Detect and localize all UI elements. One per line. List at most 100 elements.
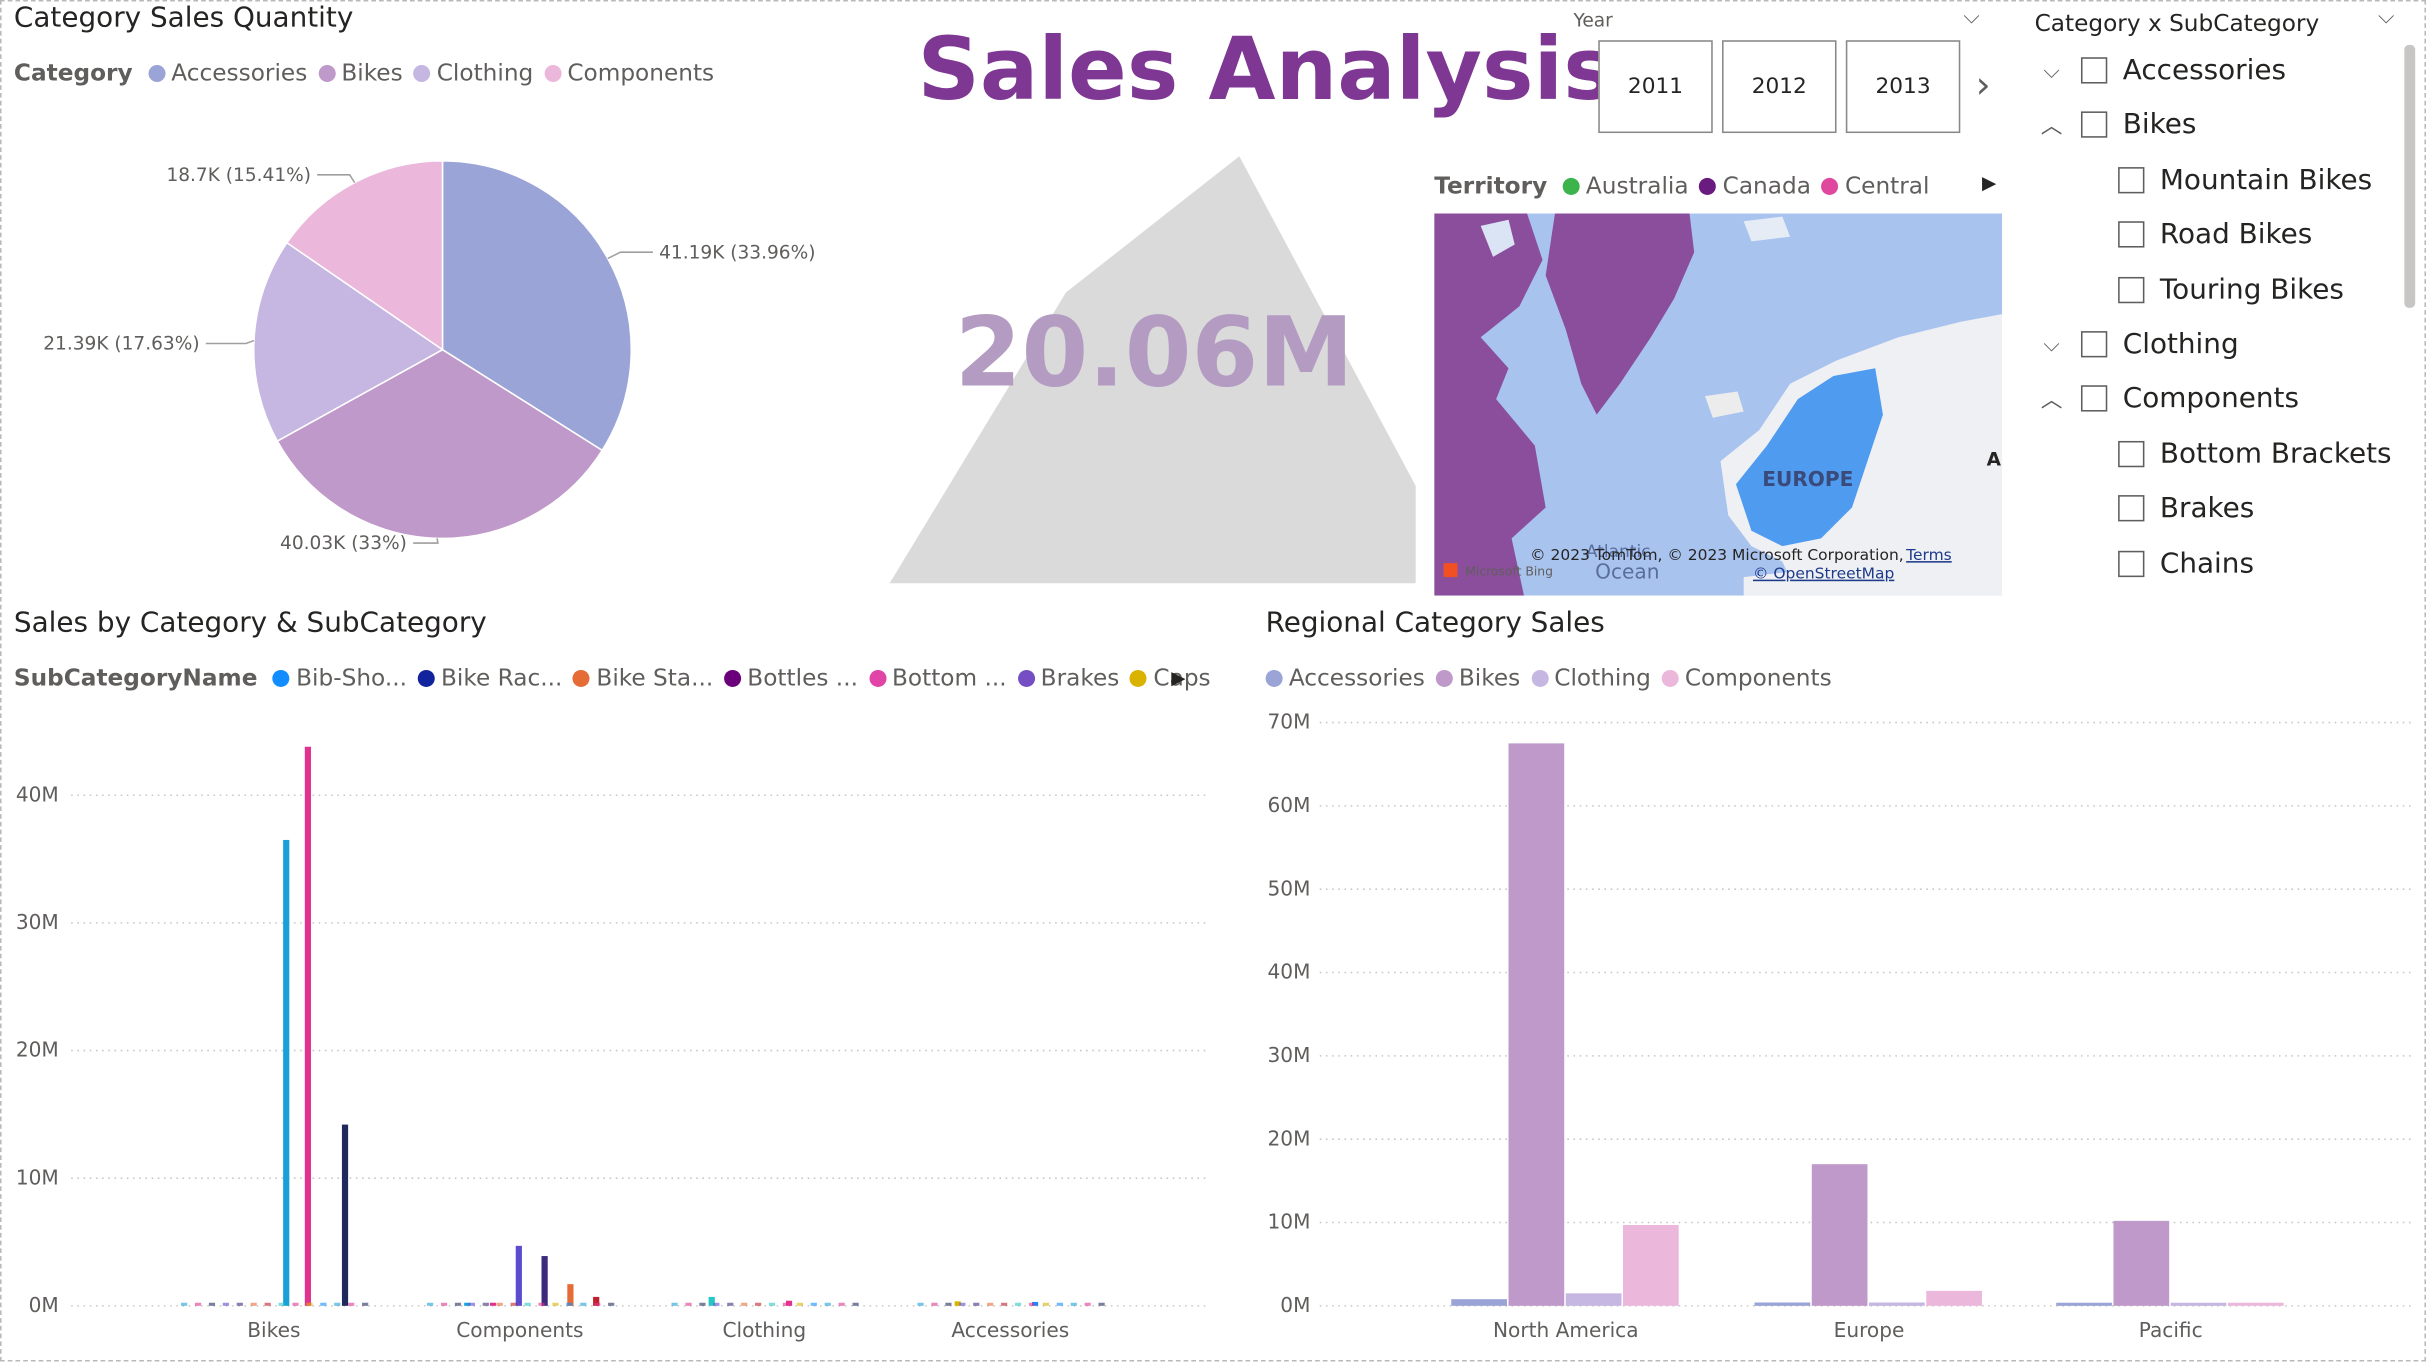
chevron-up-icon[interactable]: ︿ [2035, 109, 2069, 140]
tree-item-bottom-brackets[interactable]: Bottom Brackets [2118, 438, 2392, 470]
map-legend-item[interactable]: Canada [1699, 172, 1811, 200]
subcat-legend-item[interactable]: Bottom ... [868, 664, 1007, 692]
pie-legend-item[interactable]: Accessories [148, 59, 307, 87]
bar [1811, 1164, 1868, 1306]
subcat-visual-title: Sales by Category & SubCategory [13, 606, 487, 639]
bar [440, 1302, 448, 1306]
bar [208, 1302, 216, 1306]
checkbox[interactable] [2118, 221, 2145, 248]
pie-data-label: 41.19K (33.96%) [659, 242, 815, 263]
tree-item-chains[interactable]: Chains [2118, 548, 2254, 580]
tree-item-road-bikes[interactable]: Road Bikes [2118, 218, 2312, 251]
tree-item-label: Chains [2159, 547, 2254, 581]
bar [250, 1302, 257, 1306]
bar [341, 1124, 349, 1306]
checkbox[interactable] [2118, 167, 2145, 194]
year-option-2012[interactable]: 2012 [1722, 40, 1837, 134]
checkbox[interactable] [2080, 331, 2108, 358]
chevron-up-icon[interactable]: ︿ [2035, 383, 2069, 414]
bar [541, 1256, 548, 1306]
legend-next-icon[interactable]: ▶ [1171, 667, 1185, 689]
tree-item-bikes[interactable]: ︿ Bikes [2035, 108, 2197, 140]
bar [489, 1302, 497, 1306]
pie-legend: Category Accessories Bikes Clothing Comp… [14, 59, 725, 87]
bar [1926, 1290, 1982, 1306]
checkbox[interactable] [2118, 495, 2145, 522]
bar [2227, 1302, 2284, 1306]
regional-legend-item[interactable]: Accessories [1265, 664, 1425, 692]
subcat-legend-item[interactable]: Bike Sta... [573, 664, 713, 692]
chevron-down-icon[interactable]: ⌵ [2035, 58, 2069, 83]
bar [713, 1302, 720, 1306]
map-terms-link: Terms [1905, 546, 1952, 564]
subcat-legend-item[interactable]: Brakes [1017, 664, 1119, 692]
legend-label: Bike Sta... [596, 663, 714, 692]
territory-map[interactable]: EUROPE Atlantic Ocean A © 2023 TomTom, ©… [1434, 213, 2003, 596]
checkbox[interactable] [2080, 111, 2108, 138]
checkbox[interactable] [2118, 550, 2145, 578]
chevron-right-icon[interactable]: › [1976, 63, 1991, 106]
kpi-value: 20.06M [954, 295, 1354, 409]
regional-legend-item[interactable]: Components [1661, 663, 1832, 692]
chevron-down-icon[interactable]: ⌵ [1963, 5, 1979, 30]
pie-chart[interactable]: 41.19K (33.96%) 40.03K (33%) 21.39K (17.63… [2, 125, 868, 589]
tree-item-touring-bikes[interactable]: Touring Bikes [2118, 274, 2344, 306]
checkbox[interactable] [2118, 440, 2145, 468]
regional-legend-item[interactable]: Bikes [1435, 664, 1520, 692]
checkbox[interactable] [2080, 385, 2108, 412]
checkbox[interactable] [2080, 57, 2108, 84]
pie-legend-item[interactable]: Bikes [318, 59, 403, 87]
regional-bar-chart[interactable]: 0M 10M 20M 30M 40M 50M 60M 70M North America Euro… [1255, 706, 2423, 1356]
legend-dot [1435, 669, 1453, 687]
bar [580, 1302, 587, 1306]
legend-label: Clothing [436, 58, 534, 87]
x-tick-label: North America [1493, 1318, 1639, 1342]
legend-next-icon[interactable]: ▶ [1982, 172, 1996, 194]
legend-dot [544, 64, 562, 82]
bar [671, 1302, 678, 1306]
pie-legend-item[interactable]: Clothing [413, 58, 534, 87]
tree-scrollbar[interactable] [2404, 44, 2416, 308]
chevron-down-icon[interactable]: ⌵ [2035, 332, 2069, 357]
map-osm-link: © OpenStreetMap [1753, 565, 1894, 583]
bar [810, 1302, 817, 1306]
bar [768, 1302, 776, 1306]
x-tick-label: Clothing [722, 1318, 806, 1342]
tree-item-mountain-bikes[interactable]: Mountain Bikes [2118, 164, 2372, 196]
regional-legend-item[interactable]: Clothing [1531, 664, 1651, 692]
subcat-legend-item[interactable]: Bike Rac... [417, 664, 562, 692]
pie-data-label: 18.7K (15.41%) [166, 165, 311, 186]
map-legend-item[interactable]: Central [1821, 172, 1929, 200]
bar [685, 1302, 692, 1306]
tree-item-clothing[interactable]: ⌵ Clothing [2035, 328, 2238, 360]
bar [454, 1302, 462, 1306]
tree-item-components[interactable]: ︿ Components [2035, 382, 2299, 414]
bar [1070, 1302, 1077, 1306]
year-option-2013[interactable]: 2013 [1845, 40, 1961, 134]
map-legend-item[interactable]: Australia [1562, 172, 1689, 200]
legend-dot [573, 669, 591, 687]
year-option-2011[interactable]: 2011 [1598, 40, 1713, 134]
tree-item-accessories[interactable]: ⌵ Accessories [2035, 54, 2286, 86]
legend-dot [272, 669, 290, 687]
tree-item-brakes[interactable]: Brakes [2118, 492, 2254, 525]
report-canvas: Category Sales Quantity Category Accesso… [0, 0, 2426, 1362]
subcat-legend-item[interactable]: Bottles ... [724, 664, 858, 692]
bar [566, 1302, 573, 1306]
y-tick-label: 70M [1268, 710, 1311, 734]
pie-legend-item[interactable]: Components [544, 59, 714, 87]
bar [727, 1302, 734, 1306]
chevron-down-icon[interactable]: ⌵ [2378, 5, 2394, 30]
legend-label: Components [1684, 663, 1832, 692]
y-tick-label: 10M [1268, 1210, 1311, 1234]
regional-visual-title: Regional Category Sales [1265, 606, 1605, 639]
bar [699, 1302, 706, 1306]
subcat-bar-chart[interactable]: 0M 10M 20M 30M 40M Bikes Components Clothing Acc… [2, 713, 1224, 1355]
legend-dot [1821, 177, 1839, 195]
checkbox[interactable] [2118, 276, 2145, 304]
subcat-legend-item[interactable]: Bib-Sho... [272, 664, 407, 692]
page-title: Sales Analysis [917, 20, 1615, 121]
bar [2113, 1220, 2170, 1306]
map-bing-label: Microsoft Bing [1465, 565, 1553, 579]
regional-legend: Accessories Bikes Clothing Components [1265, 663, 1843, 692]
